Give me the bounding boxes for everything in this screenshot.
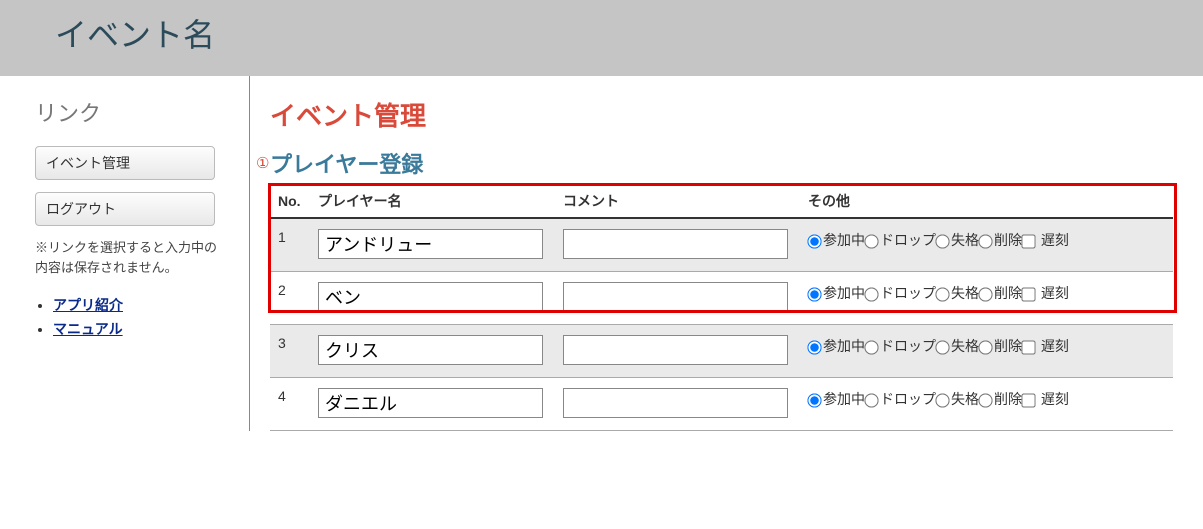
status-radio-active[interactable] [807,340,821,354]
col-name-header: プレイヤー名 [310,185,555,218]
main-content: イベント管理 プレイヤー登録 ① No. プレイヤー名 コメント その他 1 参加… [250,76,1203,431]
late-option[interactable]: 遅刻 [1022,391,1069,407]
status-option-active[interactable]: 参加中 [808,338,865,354]
row-number: 1 [270,218,310,272]
late-checkbox[interactable] [1021,393,1035,407]
comment-input[interactable] [563,229,788,259]
callout-marker-1: ① [256,154,269,172]
comment-input[interactable] [563,335,788,365]
late-checkbox[interactable] [1021,234,1035,248]
status-cell: 参加中ドロップ失格削除 遅刻 [800,378,1173,431]
status-cell: 参加中ドロップ失格削除 遅刻 [800,218,1173,272]
player-table: No. プレイヤー名 コメント その他 1参加中ドロップ失格削除 遅刻2参加中ド… [270,185,1173,431]
comment-input[interactable] [563,388,788,418]
status-radio-dq[interactable] [935,393,949,407]
status-option-drop[interactable]: ドロップ [865,232,936,248]
header-title: イベント名 [55,10,1203,56]
status-radio-delete[interactable] [978,234,992,248]
row-number: 3 [270,325,310,378]
app-intro-link[interactable]: アプリ紹介 [53,297,123,313]
table-row: 1 参加中ドロップ失格削除 遅刻 [270,218,1173,272]
header-bar: イベント名 [0,0,1203,76]
section-title: プレイヤー登録 [270,147,1173,179]
status-option-drop[interactable]: ドロップ [865,285,936,301]
player-name-input[interactable] [318,229,543,259]
sidebar: リンク イベント管理 ログアウト ※リンクを選択すると入力中の内容は保存されませ… [0,76,250,431]
status-option-active[interactable]: 参加中 [808,285,865,301]
player-name-input[interactable] [318,335,543,365]
event-management-button[interactable]: イベント管理 [35,146,215,180]
logout-button[interactable]: ログアウト [35,192,215,226]
player-name-input[interactable] [318,388,543,418]
status-radio-delete[interactable] [978,340,992,354]
status-option-dq[interactable]: 失格 [936,391,979,407]
status-radio-delete[interactable] [978,393,992,407]
status-radio-drop[interactable] [864,340,878,354]
status-option-dq[interactable]: 失格 [936,285,979,301]
status-option-drop[interactable]: ドロップ [865,338,936,354]
table-row: 3 参加中ドロップ失格削除 遅刻 [270,325,1173,378]
status-option-delete[interactable]: 削除 [979,232,1022,248]
player-name-input[interactable] [318,282,543,312]
status-radio-active[interactable] [807,234,821,248]
late-option[interactable]: 遅刻 [1022,285,1069,301]
status-radio-dq[interactable] [935,234,949,248]
status-radio-drop[interactable] [864,234,878,248]
status-radio-drop[interactable] [864,393,878,407]
table-row: 2 参加中ドロップ失格削除 遅刻 [270,272,1173,325]
manual-link[interactable]: マニュアル [53,321,123,337]
sidebar-note: ※リンクを選択すると入力中の内容は保存されません。 [35,238,220,277]
status-radio-active[interactable] [807,393,821,407]
status-radio-active[interactable] [807,287,821,301]
status-option-dq[interactable]: 失格 [936,338,979,354]
status-radio-delete[interactable] [978,287,992,301]
late-checkbox[interactable] [1021,287,1035,301]
late-option[interactable]: 遅刻 [1022,338,1069,354]
late-option[interactable]: 遅刻 [1022,232,1069,248]
page-title: イベント管理 [270,96,1173,133]
status-cell: 参加中ドロップ失格削除 遅刻 [800,325,1173,378]
col-comment-header: コメント [555,185,800,218]
row-number: 4 [270,378,310,431]
status-radio-dq[interactable] [935,287,949,301]
status-option-delete[interactable]: 削除 [979,391,1022,407]
status-radio-drop[interactable] [864,287,878,301]
status-option-delete[interactable]: 削除 [979,285,1022,301]
col-other-header: その他 [800,185,1173,218]
status-option-drop[interactable]: ドロップ [865,391,936,407]
player-table-wrap: No. プレイヤー名 コメント その他 1参加中ドロップ失格削除 遅刻2参加中ド… [270,185,1173,431]
sidebar-links: アプリ紹介 マニュアル [35,295,249,339]
status-option-active[interactable]: 参加中 [808,232,865,248]
row-number: 2 [270,272,310,325]
sidebar-heading: リンク [35,96,249,128]
status-option-delete[interactable]: 削除 [979,338,1022,354]
col-no-header: No. [270,185,310,218]
status-cell: 参加中ドロップ失格削除 遅刻 [800,272,1173,325]
status-radio-dq[interactable] [935,340,949,354]
status-option-dq[interactable]: 失格 [936,232,979,248]
comment-input[interactable] [563,282,788,312]
late-checkbox[interactable] [1021,340,1035,354]
status-option-active[interactable]: 参加中 [808,391,865,407]
table-row: 4 参加中ドロップ失格削除 遅刻 [270,378,1173,431]
